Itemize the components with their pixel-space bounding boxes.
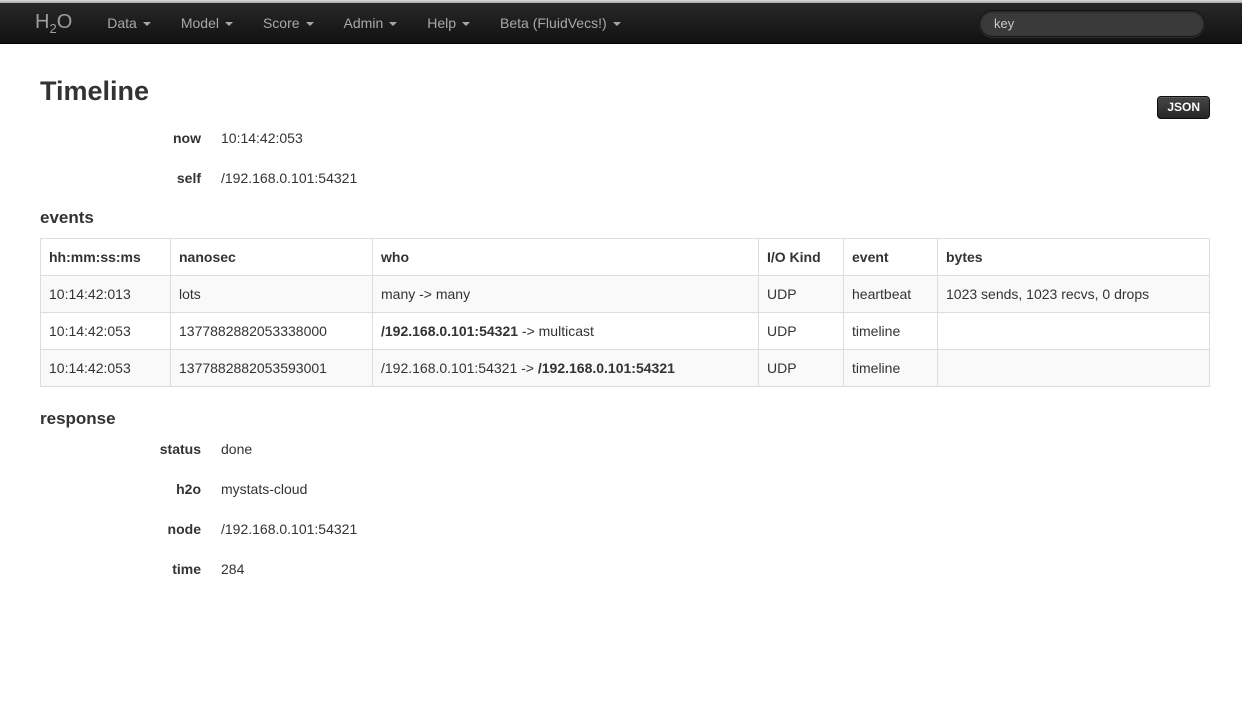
meta-label: self — [40, 168, 201, 188]
who-arrow: -> — [415, 286, 436, 302]
events-table-header: hh:mm:ss:ms nanosec who I/O Kind event b… — [41, 239, 1210, 276]
nav-label: Beta (FluidVecs!) — [500, 15, 607, 31]
response-row-h2o: h2o mystats-cloud — [40, 479, 1210, 499]
cell-who: /192.168.0.101:54321 -> multicast — [373, 313, 759, 350]
cell-time: 10:14:42:013 — [41, 276, 171, 313]
events-table-body: 10:14:42:013 lots many -> many UDP heart… — [41, 276, 1210, 387]
response-label: status — [40, 439, 201, 459]
response-heading: response — [40, 409, 1210, 429]
nav-item-admin: Admin — [329, 3, 413, 43]
cell-event: timeline — [844, 350, 938, 387]
cell-bytes — [938, 313, 1210, 350]
cell-time: 10:14:42:053 — [41, 313, 171, 350]
nav-link-model[interactable]: Model — [166, 3, 248, 43]
meta-value: /192.168.0.101:54321 — [221, 168, 357, 188]
response-value: done — [221, 439, 252, 459]
response-fields: status done h2o mystats-cloud node /192.… — [40, 439, 1210, 579]
cell-time: 10:14:42:053 — [41, 350, 171, 387]
nav-label: Help — [427, 15, 456, 31]
events-table: hh:mm:ss:ms nanosec who I/O Kind event b… — [40, 238, 1210, 387]
who-from: /192.168.0.101:54321 — [381, 360, 517, 376]
cell-bytes — [938, 350, 1210, 387]
response-label: time — [40, 559, 201, 579]
response-row-node: node /192.168.0.101:54321 — [40, 519, 1210, 539]
nav-item-data: Data — [92, 3, 166, 43]
navbar: H2O Data Model Score Admin Help Beta (Fl… — [0, 3, 1242, 44]
col-header-bytes: bytes — [938, 239, 1210, 276]
col-header-event: event — [844, 239, 938, 276]
cell-event: heartbeat — [844, 276, 938, 313]
who-from: /192.168.0.101:54321 — [381, 323, 518, 339]
col-header-iokind: I/O Kind — [759, 239, 844, 276]
page-title: Timeline — [40, 76, 1210, 106]
caret-down-icon — [389, 22, 397, 26]
meta-label: now — [40, 128, 201, 148]
nav-link-beta[interactable]: Beta (FluidVecs!) — [485, 3, 636, 43]
who-arrow: -> — [517, 360, 538, 376]
nav-label: Data — [107, 15, 137, 31]
caret-down-icon — [143, 22, 151, 26]
main-content: JSON Timeline now 10:14:42:053 self /192… — [0, 76, 1242, 579]
cell-event: timeline — [844, 313, 938, 350]
nav-item-beta: Beta (FluidVecs!) — [485, 3, 636, 43]
cell-nanosec: 1377882882053593001 — [171, 350, 373, 387]
table-row: 10:14:42:013 lots many -> many UDP heart… — [41, 276, 1210, 313]
caret-down-icon — [225, 22, 233, 26]
meta-row-now: now 10:14:42:053 — [40, 128, 1210, 148]
response-row-time: time 284 — [40, 559, 1210, 579]
col-header-who: who — [373, 239, 759, 276]
nav-link-help[interactable]: Help — [412, 3, 485, 43]
nav-link-admin[interactable]: Admin — [329, 3, 413, 43]
who-from: many — [381, 286, 415, 302]
nav-label: Model — [181, 15, 219, 31]
brand-logo[interactable]: H2O — [0, 4, 92, 43]
meta-row-self: self /192.168.0.101:54321 — [40, 168, 1210, 188]
cell-who: /192.168.0.101:54321 -> /192.168.0.101:5… — [373, 350, 759, 387]
col-header-time: hh:mm:ss:ms — [41, 239, 171, 276]
response-value: mystats-cloud — [221, 479, 307, 499]
caret-down-icon — [462, 22, 470, 26]
brand-o: O — [57, 11, 73, 33]
nav-item-score: Score — [248, 3, 329, 43]
timeline-meta: now 10:14:42:053 self /192.168.0.101:543… — [40, 128, 1210, 188]
response-row-status: status done — [40, 439, 1210, 459]
brand-sub: 2 — [49, 21, 56, 36]
search-input[interactable] — [979, 10, 1205, 37]
caret-down-icon — [613, 22, 621, 26]
cell-nanosec: lots — [171, 276, 373, 313]
who-to: multicast — [539, 323, 594, 339]
nav-item-model: Model — [166, 3, 248, 43]
navbar-menu: Data Model Score Admin Help Beta (FluidV… — [92, 3, 635, 43]
who-arrow: -> — [518, 323, 539, 339]
caret-down-icon — [306, 22, 314, 26]
cell-iokind: UDP — [759, 313, 844, 350]
cell-bytes: 1023 sends, 1023 recvs, 0 drops — [938, 276, 1210, 313]
nav-link-data[interactable]: Data — [92, 3, 166, 43]
response-label: node — [40, 519, 201, 539]
cell-nanosec: 1377882882053338000 — [171, 313, 373, 350]
brand-h: H — [35, 11, 49, 33]
json-button[interactable]: JSON — [1157, 96, 1210, 119]
response-value: 284 — [221, 559, 244, 579]
nav-link-score[interactable]: Score — [248, 3, 329, 43]
meta-value: 10:14:42:053 — [221, 128, 303, 148]
who-to: /192.168.0.101:54321 — [538, 360, 675, 376]
response-value: /192.168.0.101:54321 — [221, 519, 357, 539]
response-label: h2o — [40, 479, 201, 499]
who-to: many — [436, 286, 470, 302]
cell-iokind: UDP — [759, 276, 844, 313]
nav-label: Admin — [344, 15, 384, 31]
cell-iokind: UDP — [759, 350, 844, 387]
events-heading: events — [40, 208, 1210, 228]
navbar-search-form — [979, 10, 1205, 37]
cell-who: many -> many — [373, 276, 759, 313]
header-row: hh:mm:ss:ms nanosec who I/O Kind event b… — [41, 239, 1210, 276]
nav-item-help: Help — [412, 3, 485, 43]
table-row: 10:14:42:053 1377882882053593001 /192.16… — [41, 350, 1210, 387]
table-row: 10:14:42:053 1377882882053338000 /192.16… — [41, 313, 1210, 350]
nav-label: Score — [263, 15, 300, 31]
col-header-nanosec: nanosec — [171, 239, 373, 276]
